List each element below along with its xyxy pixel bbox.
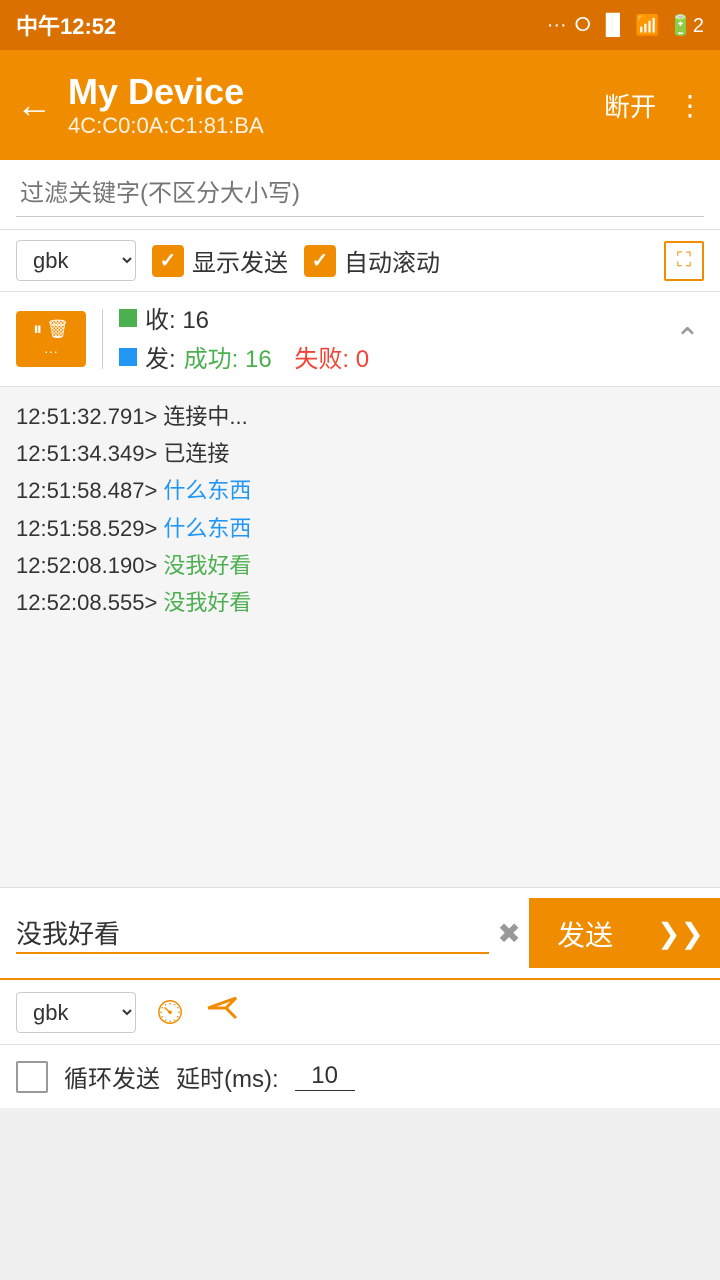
send-label: 发: — [145, 339, 176, 374]
delay-input[interactable] — [295, 1062, 355, 1091]
show-send-group: 显示发送 — [152, 243, 288, 278]
status-bar: 中午12:52 ··· ⭘ ▐▌ 📶 🔋2 — [0, 0, 720, 50]
log-entry: 12:51:58.529> 什么东西 — [16, 511, 704, 546]
disconnect-button[interactable]: 断开 — [604, 87, 656, 124]
recv-count: 收: 16 — [145, 300, 209, 335]
send-stat: 发: 成功: 16 失败: 0 — [119, 339, 671, 374]
battery-icon: 🔋2 — [668, 13, 704, 38]
collapse-button[interactable]: ⌃ — [671, 318, 704, 361]
auto-scroll-label: 自动滚动 — [344, 243, 440, 278]
show-send-label: 显示发送 — [192, 243, 288, 278]
input-row: ✖ 发送 ❯❯ — [0, 888, 720, 980]
app-bar-actions: 断开 ⋮ — [604, 87, 704, 124]
pause-icon: ⏸ — [33, 319, 42, 340]
history-icon[interactable]: ⏲ — [156, 991, 184, 1034]
pause-clear-dots: ··· — [44, 343, 58, 359]
device-name: My Device — [68, 71, 604, 113]
log-entry: 12:51:58.487> 什么东西 — [16, 473, 704, 508]
device-title-section: My Device 4C:C0:0A:C1:81:BA — [68, 71, 604, 139]
loop-send-label: 循环发送 — [64, 1059, 160, 1094]
filter-section — [0, 160, 720, 230]
send-indicator — [119, 348, 137, 366]
bluetooth-icon: ⭘ — [575, 14, 591, 37]
log-time: 12:52:08.555> — [16, 590, 157, 615]
expand-down-button[interactable]: ❯❯ — [641, 898, 720, 968]
log-text: 没我好看 — [157, 553, 251, 578]
delay-label: 延时(ms): — [176, 1059, 279, 1094]
bottom-section: ✖ 发送 ❯❯ gbk ⏲ 循环发送 延时(ms): — [0, 887, 720, 1108]
auto-scroll-group: 自动滚动 — [304, 243, 440, 278]
more-options-icon[interactable]: ⋮ — [676, 89, 704, 122]
fullscreen-icon[interactable]: ⛶ — [664, 241, 704, 281]
send-success: 成功: 16 — [184, 339, 272, 374]
status-icons: ··· ⭘ ▐▌ 📶 🔋2 — [547, 13, 704, 38]
stats-divider — [102, 309, 103, 369]
device-mac: 4C:C0:0A:C1:81:BA — [68, 113, 604, 139]
back-button[interactable]: ← — [16, 84, 52, 126]
message-input[interactable] — [16, 913, 489, 954]
show-send-checkbox[interactable] — [152, 245, 184, 277]
auto-scroll-checkbox[interactable] — [304, 245, 336, 277]
log-text: 没我好看 — [157, 590, 251, 615]
log-area: 12:51:32.791> 连接中...12:51:34.349> 已连接12:… — [0, 387, 720, 887]
stats-row: ⏸ 🗑 ··· 收: 16 发: 成功: 16 失败: 0 ⌃ — [0, 292, 720, 387]
app-bar: ← My Device 4C:C0:0A:C1:81:BA 断开 ⋮ — [0, 50, 720, 160]
log-time: 12:51:58.529> — [16, 516, 157, 541]
send-fail: 失败: 0 — [294, 339, 369, 374]
log-time: 12:51:58.487> — [16, 478, 157, 503]
log-time: 12:52:08.190> — [16, 553, 157, 578]
pause-clear-button[interactable]: ⏸ 🗑 ··· — [16, 311, 86, 367]
wifi-icon: 📶 — [635, 13, 660, 38]
log-entry: 12:52:08.555> 没我好看 — [16, 585, 704, 620]
clear-message-button[interactable]: ✖ — [489, 913, 529, 953]
log-time: 12:51:34.349> — [16, 441, 157, 466]
chevron-down-icon: ❯❯ — [657, 918, 704, 949]
log-entry: 12:51:34.349> 已连接 — [16, 436, 704, 471]
signal-dots-icon: ··· — [547, 14, 567, 37]
log-text: 连接中... — [157, 404, 247, 429]
stats-info: 收: 16 发: 成功: 16 失败: 0 — [119, 300, 671, 378]
log-text: 已连接 — [157, 441, 229, 466]
signal-bars-icon: ▐▌ — [599, 14, 627, 37]
send-button[interactable]: 发送 — [529, 898, 641, 968]
log-time: 12:51:32.791> — [16, 404, 157, 429]
status-time: 中午12:52 — [16, 9, 116, 41]
controls-row: gbk 显示发送 自动滚动 ⛶ — [0, 230, 720, 292]
log-entry: 12:51:32.791> 连接中... — [16, 399, 704, 434]
send-preset-icon[interactable] — [204, 990, 240, 1034]
log-entry: 12:52:08.190> 没我好看 — [16, 548, 704, 583]
loop-row: 循环发送 延时(ms): — [0, 1045, 720, 1108]
loop-send-checkbox[interactable] — [16, 1061, 48, 1093]
filter-input[interactable] — [16, 172, 704, 217]
recv-indicator — [119, 309, 137, 327]
bottom-toolbar: gbk ⏲ — [0, 980, 720, 1045]
clear-icon: 🗑 — [46, 319, 69, 340]
log-text: 什么东西 — [157, 516, 251, 541]
encoding-select-top[interactable]: gbk — [16, 240, 136, 281]
log-text: 什么东西 — [157, 478, 251, 503]
encoding-select-bottom[interactable]: gbk — [16, 992, 136, 1033]
recv-stat: 收: 16 — [119, 300, 671, 335]
